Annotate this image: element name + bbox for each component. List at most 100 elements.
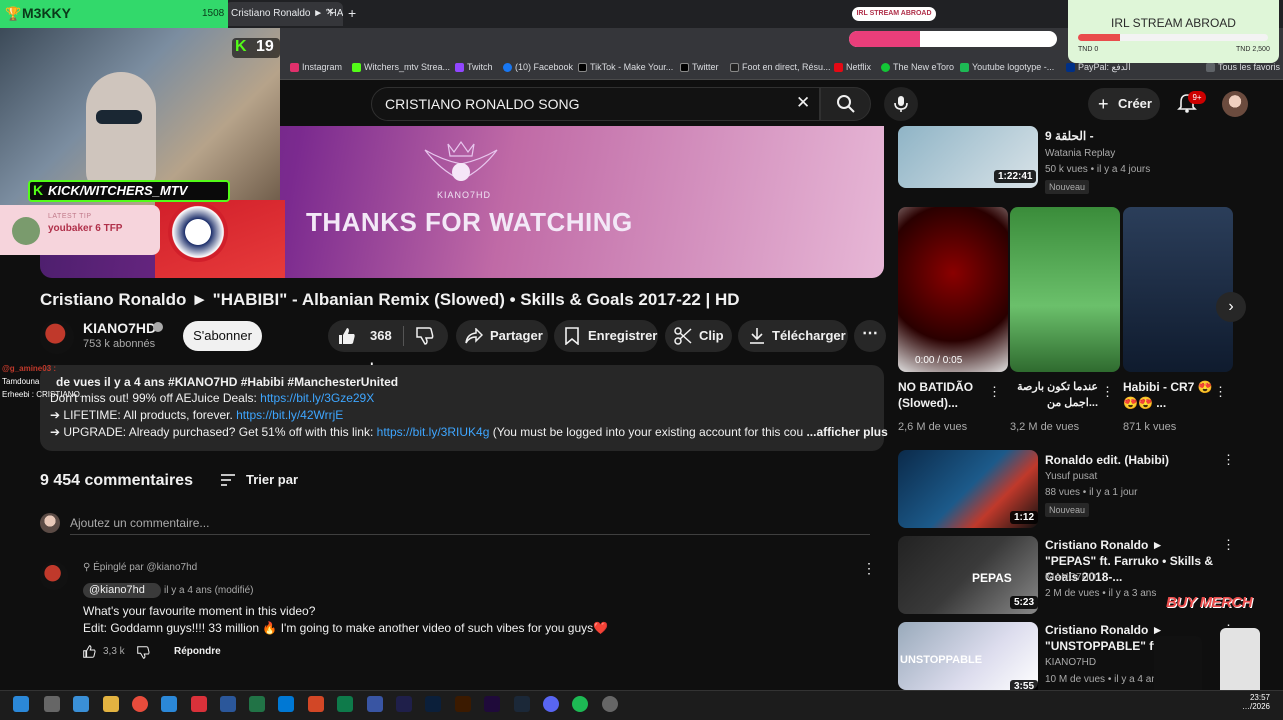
short-more-icon[interactable]: ⋮ <box>1101 384 1114 400</box>
copilot-icon[interactable] <box>73 696 89 712</box>
verified-check-icon <box>153 322 163 332</box>
photoshop-icon[interactable] <box>425 696 441 712</box>
comment-more-icon[interactable]: ⋮ <box>862 560 876 577</box>
bookmark-netflix[interactable]: Netflix <box>834 62 871 72</box>
description-link-1[interactable]: https://bit.ly/3Gze29X <box>260 391 374 405</box>
search-button[interactable] <box>820 87 871 121</box>
kick-logo-icon: K <box>33 182 44 198</box>
sidebar-channel-2[interactable]: Yusuf pusat <box>1045 471 1097 482</box>
bookmark-facebook[interactable]: (10) Facebook <box>503 62 573 72</box>
bookmark-tiktok[interactable]: TikTok - Make Your... <box>578 62 673 72</box>
buy-merch-label: BUY MERCH <box>1166 594 1253 611</box>
bookmark-foot[interactable]: Foot en direct, Résu... <box>730 62 831 72</box>
search-input[interactable]: CRISTIANO RONALDO SONG <box>371 87 820 121</box>
short-thumb-2[interactable] <box>1010 207 1120 372</box>
chat-line: Tamdouna <box>2 377 40 386</box>
obs-icon[interactable] <box>602 696 618 712</box>
powerpoint-icon[interactable] <box>308 696 324 712</box>
clip-button[interactable]: Clip <box>665 320 732 352</box>
bookmark-kick[interactable]: Witchers_mtv Strea... <box>352 62 450 72</box>
new-tab-icon[interactable]: + <box>348 5 356 21</box>
task-view-icon[interactable] <box>44 696 60 712</box>
description-link-3[interactable]: https://bit.ly/3RIUK4g <box>377 425 490 439</box>
bookmark-youtube-logo[interactable]: Youtube logotype -... <box>960 62 1054 72</box>
shelf-next-button[interactable]: › <box>1216 292 1246 322</box>
short-title-2[interactable]: عندما تكون بارصة اجمل من... <box>1010 379 1098 411</box>
share-button[interactable]: Partager <box>456 320 548 352</box>
sidebar-title-2[interactable]: Ronaldo edit. (Habibi) <box>1045 452 1215 468</box>
sidebar-channel-1[interactable]: Watania Replay <box>1045 148 1115 159</box>
short-title-3[interactable]: Habibi - CR7 😍😍😍 ... <box>1123 379 1213 411</box>
comment-author-avatar[interactable] <box>40 562 68 590</box>
file-explorer-icon[interactable] <box>103 696 119 712</box>
steam-icon[interactable] <box>514 696 530 712</box>
merch-shirt-black <box>1154 636 1202 692</box>
subscribe-button[interactable]: S'abonner <box>183 321 262 351</box>
short-views-1: 2,6 M de vues <box>898 421 968 433</box>
channel-avatar[interactable] <box>40 320 74 354</box>
short-thumb-1[interactable] <box>898 207 1008 372</box>
irl-goal-title: IRL STREAM ABROAD <box>1111 16 1236 30</box>
short-more-icon[interactable]: ⋮ <box>1214 384 1227 400</box>
spotify-icon[interactable] <box>572 696 588 712</box>
app-icon[interactable] <box>191 696 207 712</box>
visio-icon[interactable] <box>367 696 383 712</box>
excel-icon[interactable] <box>249 696 265 712</box>
word-icon[interactable] <box>220 696 236 712</box>
start-icon[interactable] <box>13 696 29 712</box>
bookmark-instagram[interactable]: Instagram <box>290 62 342 72</box>
thumb-text: PEPAS <box>972 571 1012 585</box>
viewer-count: 19 <box>256 38 274 55</box>
sidebar-meta-1: 50 k vues • il y a 4 jours <box>1045 164 1151 175</box>
chevron-right-icon: › <box>1228 298 1234 315</box>
bookmark-twitter[interactable]: Twitter <box>680 62 719 72</box>
tip-avatar <box>12 217 40 245</box>
twitter-icon <box>680 62 689 72</box>
add-comment-input[interactable]: Ajoutez un commentaire... <box>70 516 870 535</box>
more-actions-button[interactable]: ⋯ <box>854 320 886 352</box>
kick-handle: KICK/WITCHERS_MTV <box>48 183 188 198</box>
video-more-icon[interactable]: ⋮ <box>1222 452 1235 468</box>
comment-like-icon[interactable] <box>83 645 96 658</box>
download-button[interactable]: Télécharger <box>738 320 848 352</box>
reply-button[interactable]: Répondre <box>174 646 221 657</box>
bookmark-all-favorites[interactable]: Tous les favoris <box>1206 62 1280 72</box>
bookmark-etoro[interactable]: The New eToro <box>881 62 954 72</box>
comment-author[interactable]: @kiano7hd <box>83 583 161 598</box>
discord-icon[interactable] <box>543 696 559 712</box>
short-title-1[interactable]: NO BATIDÃO (Slowed)... <box>898 379 988 411</box>
chrome-icon[interactable] <box>132 696 148 712</box>
account-avatar[interactable] <box>1222 91 1248 117</box>
publisher-icon[interactable] <box>337 696 353 712</box>
channel-name[interactable]: KIANO7HD <box>83 320 156 336</box>
comment-dislike-icon[interactable] <box>137 646 150 659</box>
clear-search-icon[interactable]: ✕ <box>796 93 810 113</box>
scissors-icon <box>674 327 692 345</box>
sidebar-channel-3[interactable]: KIANO7HD <box>1045 572 1096 583</box>
short-more-icon[interactable]: ⋮ <box>988 384 1001 400</box>
dislike-button[interactable] <box>408 320 444 352</box>
illustrator-icon[interactable] <box>455 696 471 712</box>
bookmark-paypal[interactable]: PayPal: الدفع <box>1066 62 1131 73</box>
duration-badge: 1:22:41 <box>994 170 1037 183</box>
tab-close-icon[interactable]: ✕ <box>326 7 334 18</box>
bookmark-twitch[interactable]: Twitch <box>455 62 493 72</box>
like-button[interactable]: 368 k <box>338 320 402 375</box>
sort-button[interactable]: Trier par <box>246 472 298 487</box>
description-line-3: ➔ UPGRADE: Already purchased? Get 51% of… <box>50 425 888 439</box>
after-effects-icon[interactable] <box>396 696 412 712</box>
outlook-icon[interactable] <box>278 696 294 712</box>
video-more-icon[interactable]: ⋮ <box>1222 537 1235 553</box>
save-button[interactable]: Enregistrer <box>554 320 658 352</box>
sidebar-title-1[interactable]: الحلقة 9 - <box>1045 128 1215 144</box>
premiere-icon[interactable] <box>484 696 500 712</box>
short-thumb-3[interactable] <box>1123 207 1233 372</box>
show-more-link[interactable]: ...afficher plus <box>803 425 887 439</box>
store-icon[interactable] <box>161 696 177 712</box>
description-link-2[interactable]: https://bit.ly/42WrrjE <box>236 408 343 422</box>
sort-icon[interactable] <box>220 473 236 487</box>
sidebar-channel-4[interactable]: KIANO7HD <box>1045 657 1096 668</box>
tip-label: LATEST TIP <box>48 213 92 220</box>
voice-search-button[interactable] <box>884 87 918 121</box>
comment-date[interactable]: il y a 4 ans (modifié) <box>164 585 253 596</box>
